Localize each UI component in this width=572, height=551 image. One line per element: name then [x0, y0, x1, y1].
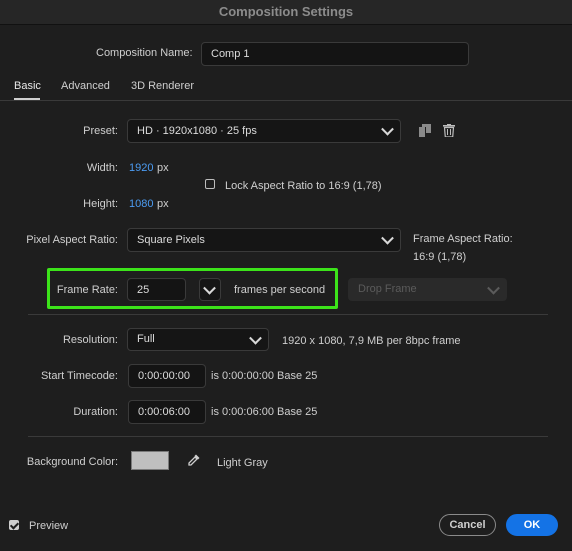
section-divider	[28, 436, 548, 437]
drop-frame-value: Drop Frame	[358, 283, 417, 295]
height-label: Height:	[83, 198, 118, 210]
chevron-down-icon	[203, 281, 216, 295]
lock-aspect-checkbox[interactable]	[205, 179, 215, 189]
frame-rate-dropdown[interactable]	[199, 278, 221, 301]
lock-aspect-label[interactable]: Lock Aspect Ratio to 16:9 (1,78)	[225, 180, 382, 192]
duration-info: is 0:00:06:00 Base 25	[211, 406, 318, 418]
window-title: Composition Settings	[0, 0, 572, 25]
ok-button[interactable]: OK	[506, 514, 558, 536]
resolution-value: Full	[137, 333, 155, 345]
preset-dropdown[interactable]: HD · 1920x1080 · 25 fps	[127, 119, 401, 143]
start-timecode-info: is 0:00:00:00 Base 25	[211, 370, 318, 382]
background-color-swatch[interactable]	[131, 451, 169, 470]
frame-aspect-label: Frame Aspect Ratio:	[413, 233, 513, 245]
section-divider	[28, 314, 548, 315]
cancel-button[interactable]: Cancel	[439, 514, 496, 536]
width-label: Width:	[86, 162, 118, 174]
trash-icon[interactable]	[443, 124, 455, 140]
background-color-label: Background Color:	[26, 456, 118, 468]
preset-value: HD · 1920x1080 · 25 fps	[137, 125, 257, 137]
start-timecode-input[interactable]: 0:00:00:00	[128, 364, 206, 388]
duration-label: Duration:	[73, 406, 118, 418]
drop-frame-dropdown: Drop Frame	[348, 278, 507, 301]
frame-aspect-value: 16:9 (1,78)	[413, 251, 467, 263]
background-color-name: Light Gray	[217, 457, 268, 469]
preview-label[interactable]: Preview	[29, 520, 68, 532]
width-unit: px	[157, 162, 169, 174]
preset-label: Preset:	[83, 125, 118, 137]
width-value[interactable]: 1920	[129, 162, 153, 174]
pixel-aspect-dropdown[interactable]: Square Pixels	[127, 228, 401, 252]
chevron-down-icon	[381, 122, 394, 136]
tab-divider	[0, 100, 572, 101]
frame-rate-unit: frames per second	[234, 284, 326, 296]
preview-checkbox[interactable]	[9, 520, 19, 530]
tab-advanced[interactable]: Advanced	[61, 80, 110, 92]
pixel-aspect-label: Pixel Aspect Ratio:	[26, 234, 118, 246]
height-value[interactable]: 1080	[129, 198, 153, 210]
composition-name-label: Composition Name:	[96, 47, 193, 59]
chevron-down-icon	[249, 331, 262, 345]
duration-input[interactable]: 0:00:06:00	[128, 400, 206, 424]
pixel-aspect-value: Square Pixels	[137, 234, 205, 246]
resolution-info: 1920 x 1080, 7,9 MB per 8bpc frame	[282, 335, 461, 347]
frame-rate-input[interactable]: 25	[127, 278, 186, 301]
height-unit: px	[157, 198, 169, 210]
chevron-down-icon	[487, 281, 500, 295]
tab-basic[interactable]: Basic	[14, 80, 41, 92]
tab-3d-renderer[interactable]: 3D Renderer	[131, 80, 194, 92]
start-timecode-label: Start Timecode:	[40, 370, 118, 382]
composition-name-input[interactable]: Comp 1	[201, 42, 469, 66]
save-icon[interactable]	[419, 124, 431, 140]
resolution-label: Resolution:	[62, 334, 118, 346]
eyedropper-icon[interactable]	[187, 453, 201, 470]
frame-rate-label: Frame Rate:	[56, 284, 118, 296]
chevron-down-icon	[381, 231, 394, 245]
resolution-dropdown[interactable]: Full	[127, 328, 269, 351]
